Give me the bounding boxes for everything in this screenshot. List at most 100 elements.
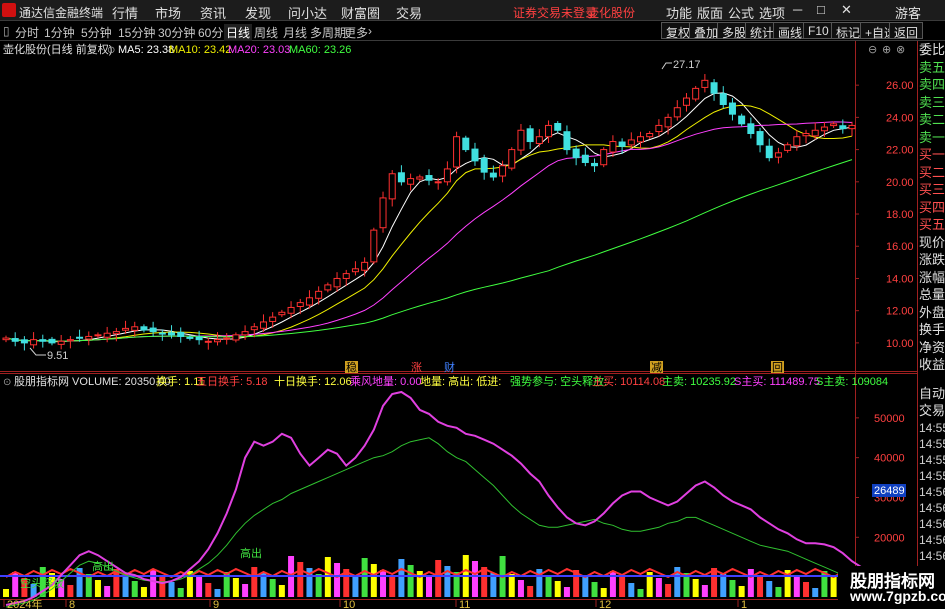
tab-multi-period[interactable]: 多周期 (310, 24, 346, 41)
candle-body (692, 87, 700, 100)
quote-row-label: 换手 (919, 322, 945, 337)
menu-discover[interactable]: 发现 (245, 3, 271, 22)
volume-bar (334, 563, 341, 597)
menu-ask[interactable]: 问小达 (288, 3, 327, 22)
zoom-in-icon[interactable]: ⊕ (882, 43, 891, 56)
tick-time: 14:55 (919, 453, 945, 467)
volume-bar (766, 581, 773, 597)
volume-bar (711, 568, 718, 597)
tab-timeshare[interactable]: 分时 (15, 24, 39, 41)
menu-quotes[interactable]: 行情 (112, 3, 138, 22)
quote-row-label: 现价 (919, 234, 945, 250)
candle-body (747, 123, 755, 134)
candle-body (287, 306, 295, 314)
candle-body (443, 168, 451, 183)
tab-weekly[interactable]: 周线 (254, 24, 278, 41)
quote-row-label: 委比 (919, 42, 945, 57)
menu-layout[interactable]: 版面 (697, 3, 723, 22)
volume-bar (407, 565, 414, 597)
indicator-stat: 主买: 10114.08 (592, 375, 665, 388)
tab-daily[interactable]: 日线 (224, 24, 253, 41)
candle-body (85, 335, 93, 340)
price-tick-label: 14.00 (886, 273, 914, 285)
volume-bar (140, 587, 147, 597)
volume-bar (242, 584, 249, 597)
candle-body (241, 331, 249, 336)
back-button[interactable]: 返回 (889, 22, 924, 40)
menu-options[interactable]: 选项 (759, 3, 785, 22)
tab-30min[interactable]: 30分钟 (158, 24, 195, 41)
candle-body (738, 115, 746, 125)
quote-row-label: 买五 (919, 217, 945, 232)
candle-body (774, 152, 782, 158)
quote-row-label: 卖三 (919, 94, 945, 110)
candle-body (600, 149, 608, 166)
trade-toggle[interactable]: 交易 (919, 402, 945, 419)
marker-reduce: 减 (651, 361, 662, 374)
volume-bar (563, 587, 570, 597)
volume-bar (159, 576, 166, 597)
auto-toggle[interactable]: 自动 (919, 385, 945, 402)
volume-bar (812, 588, 819, 597)
quote-row-label: 总量 (919, 287, 945, 302)
menu-formula[interactable]: 公式 (728, 3, 754, 22)
login-notice[interactable]: 证券交易未登录 (513, 4, 597, 21)
tab-15min[interactable]: 15分钟 (118, 24, 155, 41)
zoom-out-icon[interactable]: ⊖ (868, 43, 877, 56)
candle-body (2, 337, 10, 341)
price-tick-label: 20.00 (886, 177, 914, 189)
price-tick-label: 18.00 (886, 209, 914, 221)
volume-bar (527, 586, 534, 597)
tab-more[interactable]: 更多 (344, 24, 368, 41)
candle-body (784, 144, 792, 151)
guest-label[interactable]: 游客 (895, 3, 921, 22)
menu-news[interactable]: 资讯 (200, 3, 226, 22)
f10-button[interactable]: F10 (803, 22, 834, 39)
quote-row-label: 外盘 (919, 304, 945, 320)
draw-line-button[interactable]: 画线 (773, 22, 808, 40)
candle-body (462, 137, 470, 151)
panel-settings-icon[interactable]: ⊙ (107, 45, 115, 56)
volume-bar (545, 575, 552, 597)
bar-label-high-out-1: 高出 (92, 559, 114, 573)
menu-market[interactable]: 市场 (155, 3, 181, 22)
panel-close-icon[interactable]: ⊗ (896, 43, 905, 56)
tick-time: 14:56 (919, 485, 945, 499)
candle-body (76, 336, 84, 339)
tick-time: 14:56 (919, 549, 945, 563)
volume-bar (389, 576, 396, 597)
stock-chart[interactable]: 26.00 24.00 22.00 20.00 18.00 16.00 14.00 12.00… (0, 41, 918, 609)
volume-bar (471, 561, 478, 597)
minimize-icon[interactable]: ─ (793, 2, 802, 17)
menu-trade[interactable]: 交易 (396, 3, 422, 22)
candle-body (214, 339, 221, 343)
volume-bar (435, 560, 442, 597)
price-tick-label: 26.00 (886, 80, 914, 92)
volume-bar (757, 575, 764, 597)
ma10-label: MA10: 23.42 (169, 44, 231, 56)
menu-wealth[interactable]: 财富圈 (341, 3, 380, 22)
price-tick-label: 16.00 (886, 241, 914, 253)
candle-body (508, 149, 516, 169)
more-chevron-icon[interactable]: › (368, 24, 372, 38)
menu-function[interactable]: 功能 (666, 3, 692, 22)
volume-bar (747, 569, 754, 597)
candle-body (572, 148, 580, 159)
tab-monthly[interactable]: 月线 (283, 24, 307, 41)
indicator-settings-icon[interactable]: ⊙ (3, 377, 11, 388)
candle-body (103, 332, 111, 338)
candle-body (480, 157, 488, 173)
tab-5min[interactable]: 5分钟 (81, 24, 112, 41)
volume-bar (803, 582, 810, 597)
candle-body (168, 332, 176, 336)
tab-1min[interactable]: 1分钟 (44, 24, 75, 41)
price-tick-label: 10.00 (886, 338, 914, 350)
maximize-icon[interactable]: □ (817, 2, 825, 17)
candle-body (710, 82, 718, 94)
close-icon[interactable]: ✕ (841, 2, 852, 18)
volume-bar (600, 588, 607, 597)
volume-bar (251, 567, 258, 597)
tick-time: 14:55 (919, 421, 945, 435)
candle-body (195, 336, 203, 341)
candle-body (471, 148, 479, 162)
